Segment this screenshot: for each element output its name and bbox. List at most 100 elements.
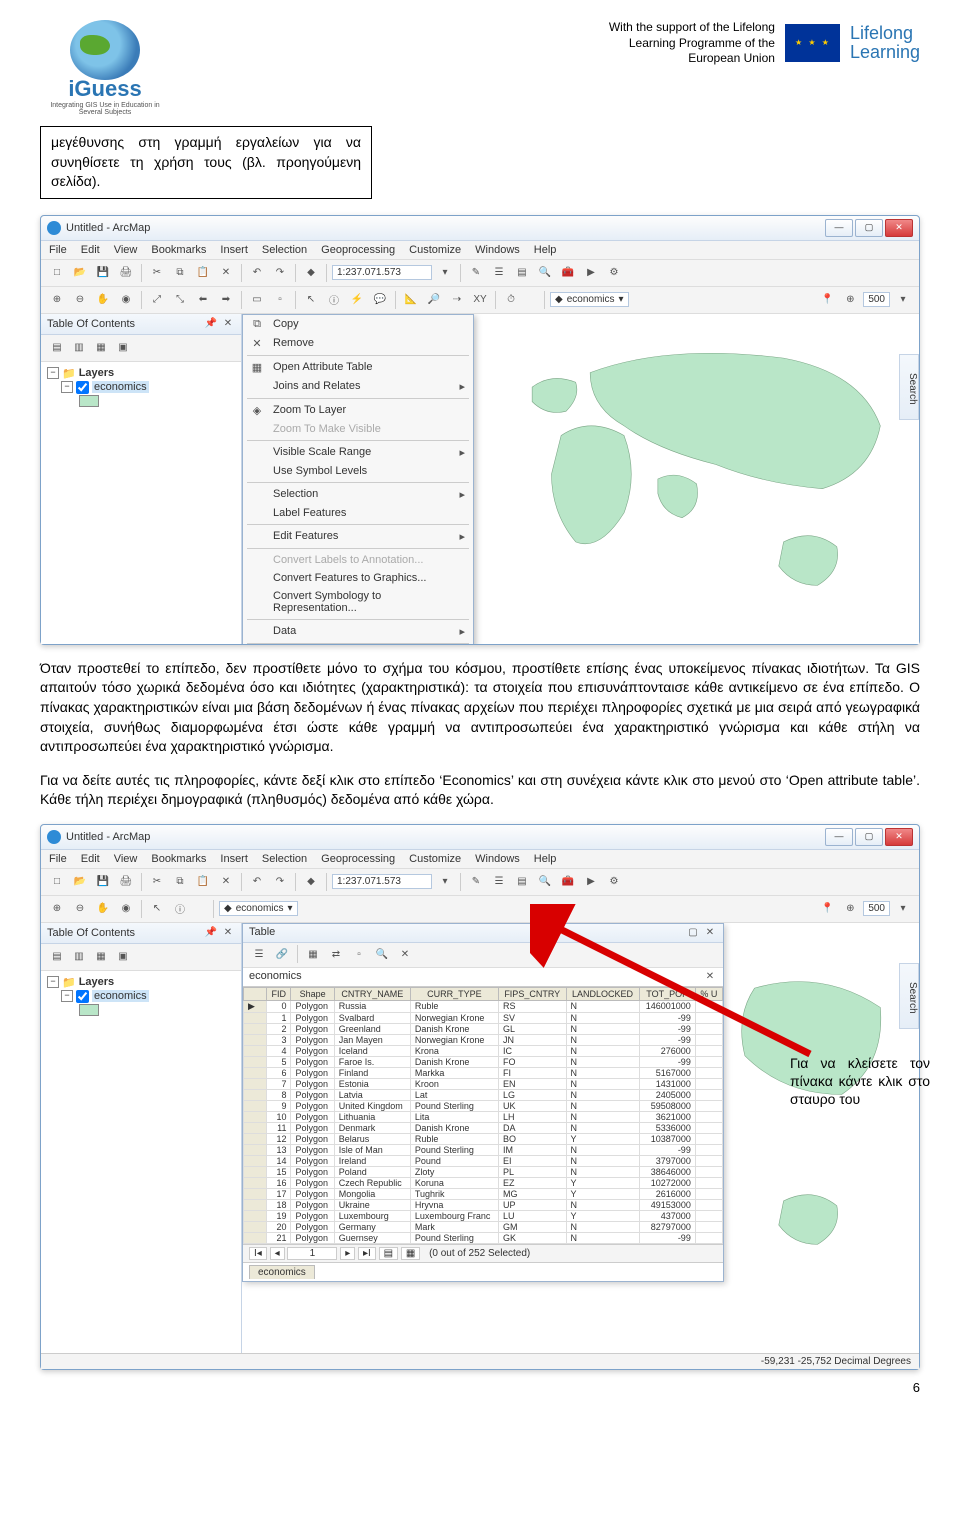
table-row[interactable]: 16PolygonCzech RepublicKorunaEZY10272000 — [244, 1177, 723, 1188]
row-selector[interactable] — [244, 1155, 267, 1166]
add-xy-icon[interactable]: ⊕ — [840, 899, 860, 919]
maximize-button[interactable]: ▢ — [855, 219, 883, 237]
context-menu-item[interactable]: Data▸ — [243, 622, 473, 641]
context-menu-item[interactable]: Selection▸ — [243, 485, 473, 504]
list-by-visibility-icon[interactable]: ▦ — [91, 338, 111, 358]
table-row[interactable]: 7PolygonEstoniaKroonENN1431000 — [244, 1078, 723, 1089]
pin-icon[interactable]: 📌 — [204, 926, 218, 940]
context-menu-item[interactable]: ✕Remove — [243, 334, 473, 353]
python-icon[interactable]: ▶ — [581, 263, 601, 283]
undo-icon[interactable]: ↶ — [247, 872, 267, 892]
cut-icon[interactable]: ✂ — [147, 263, 167, 283]
clear-selection-icon[interactable]: ▫ — [349, 945, 369, 965]
row-selector[interactable] — [244, 1089, 267, 1100]
menu-bookmarks[interactable]: Bookmarks — [151, 853, 206, 865]
row-selector[interactable] — [244, 1034, 267, 1045]
table-row[interactable]: 1PolygonSvalbardNorwegian KroneSVN-99 — [244, 1012, 723, 1023]
catalog-icon[interactable]: ▤ — [512, 263, 532, 283]
table-row[interactable]: 9PolygonUnited KingdomPound SterlingUKN5… — [244, 1100, 723, 1111]
clear-selection-icon[interactable]: ▫ — [270, 290, 290, 310]
menu-geoprocessing[interactable]: Geoprocessing — [321, 853, 395, 865]
table-row[interactable]: 17PolygonMongoliaTughrikMGY2616000 — [244, 1188, 723, 1199]
modelbuilder-icon[interactable]: ⚙ — [604, 872, 624, 892]
menu-view[interactable]: View — [114, 244, 138, 256]
layer-combo[interactable]: ◆ economics ▾ — [219, 901, 298, 916]
list-by-drawing-icon[interactable]: ▤ — [47, 338, 67, 358]
table-row[interactable]: 3PolygonJan MayenNorwegian KroneJNN-99 — [244, 1034, 723, 1045]
map-canvas[interactable]: Table ▢ ✕ ☰ 🔗 ▦ ⇄ ▫ — [242, 923, 919, 1353]
table-row[interactable]: 12PolygonBelarusRubleBOY10387000 — [244, 1133, 723, 1144]
collapse-icon[interactable]: − — [47, 976, 59, 988]
table-row[interactable]: 2PolygonGreenlandDanish KroneGLN-99 — [244, 1023, 723, 1034]
list-by-source-icon[interactable]: ▥ — [69, 947, 89, 967]
table-column-header[interactable] — [244, 987, 267, 1000]
zoom-in-icon[interactable]: ⊕ — [47, 290, 67, 310]
row-selector[interactable] — [244, 1210, 267, 1221]
units-dropdown-icon[interactable]: ▾ — [893, 290, 913, 310]
row-selector[interactable] — [244, 1232, 267, 1243]
table-column-header[interactable]: CNTRY_NAME — [334, 987, 410, 1000]
search-icon[interactable]: 🔍 — [535, 263, 555, 283]
chevron-down-icon[interactable]: ▾ — [435, 872, 455, 892]
row-selector[interactable] — [244, 1188, 267, 1199]
scale-input[interactable]: 1:237.071.573 — [332, 874, 432, 889]
table-row[interactable]: 18PolygonUkraineHryvnaUPN49153000 — [244, 1199, 723, 1210]
map-canvas[interactable]: ⧉Copy✕Remove▦Open Attribute TableJoins a… — [242, 314, 919, 644]
menu-customize[interactable]: Customize — [409, 853, 461, 865]
add-xy-icon[interactable]: ⊕ — [840, 290, 860, 310]
goto-xy-icon[interactable]: XY — [470, 290, 490, 310]
row-selector[interactable] — [244, 1177, 267, 1188]
search-tab[interactable]: Search — [899, 963, 919, 1029]
menu-view[interactable]: View — [114, 853, 138, 865]
measure-icon[interactable]: 📐 — [401, 290, 421, 310]
table-row[interactable]: 4PolygonIcelandKronaICN276000 — [244, 1045, 723, 1056]
table-row[interactable]: 21PolygonGuernseyPound SterlingGKN-99 — [244, 1232, 723, 1243]
layer-label[interactable]: economics — [92, 381, 149, 393]
row-selector[interactable] — [244, 1100, 267, 1111]
table-column-header[interactable]: FIPS_CNTRY — [498, 987, 566, 1000]
table-tab[interactable]: economics — [249, 1265, 315, 1279]
close-button[interactable]: ✕ — [885, 219, 913, 237]
paste-icon[interactable]: 📋 — [193, 263, 213, 283]
table-row[interactable]: 13PolygonIsle of ManPound SterlingIMN-99 — [244, 1144, 723, 1155]
chevron-down-icon[interactable]: ▾ — [435, 263, 455, 283]
minimize-button[interactable]: — — [825, 828, 853, 846]
menu-windows[interactable]: Windows — [475, 853, 520, 865]
copy-icon[interactable]: ⧉ — [170, 872, 190, 892]
context-menu-item[interactable]: Joins and Relates▸ — [243, 377, 473, 396]
delete-selected-icon[interactable]: ✕ — [395, 945, 415, 965]
collapse-icon[interactable]: − — [61, 381, 73, 393]
menu-windows[interactable]: Windows — [475, 244, 520, 256]
editor-icon[interactable]: ✎ — [466, 872, 486, 892]
context-menu-item[interactable]: Use Symbol Levels — [243, 462, 473, 480]
pan-icon[interactable]: ✋ — [93, 899, 113, 919]
row-selector[interactable] — [244, 1133, 267, 1144]
add-data-icon[interactable]: ◆ — [301, 263, 321, 283]
row-selector[interactable] — [244, 1221, 267, 1232]
context-menu-item[interactable]: Visible Scale Range▸ — [243, 443, 473, 462]
prev-record-button[interactable]: ◂ — [270, 1247, 285, 1260]
row-selector[interactable] — [244, 1023, 267, 1034]
context-menu-item[interactable]: ▦Open Attribute Table — [243, 358, 473, 377]
table-column-header[interactable]: FID — [267, 987, 291, 1000]
close-button[interactable]: ✕ — [885, 828, 913, 846]
close-table-icon[interactable]: ✕ — [703, 926, 717, 940]
table-row[interactable]: 5PolygonFaroe Is.Danish KroneFON-99 — [244, 1056, 723, 1067]
fixed-zoom-out-icon[interactable]: ⤡ — [170, 290, 190, 310]
layer-node-economics[interactable]: − economics — [61, 381, 235, 394]
select-elements-icon[interactable]: ↖ — [301, 290, 321, 310]
context-menu-item[interactable]: ◈Zoom To Layer — [243, 401, 473, 420]
cut-icon[interactable]: ✂ — [147, 872, 167, 892]
select-by-attr-icon[interactable]: ▦ — [303, 945, 323, 965]
first-record-button[interactable]: I◂ — [249, 1247, 267, 1260]
table-row[interactable]: 20PolygonGermanyMarkGMN82797000 — [244, 1221, 723, 1232]
search-tab[interactable]: Search — [899, 354, 919, 420]
list-by-drawing-icon[interactable]: ▤ — [47, 947, 67, 967]
list-by-source-icon[interactable]: ▥ — [69, 338, 89, 358]
menu-file[interactable]: File — [49, 853, 67, 865]
layer-checkbox[interactable] — [76, 381, 89, 394]
open-icon[interactable]: 📂 — [70, 872, 90, 892]
toolbox-icon[interactable]: 🧰 — [558, 263, 578, 283]
next-record-button[interactable]: ▸ — [340, 1247, 355, 1260]
menu-help[interactable]: Help — [534, 853, 557, 865]
